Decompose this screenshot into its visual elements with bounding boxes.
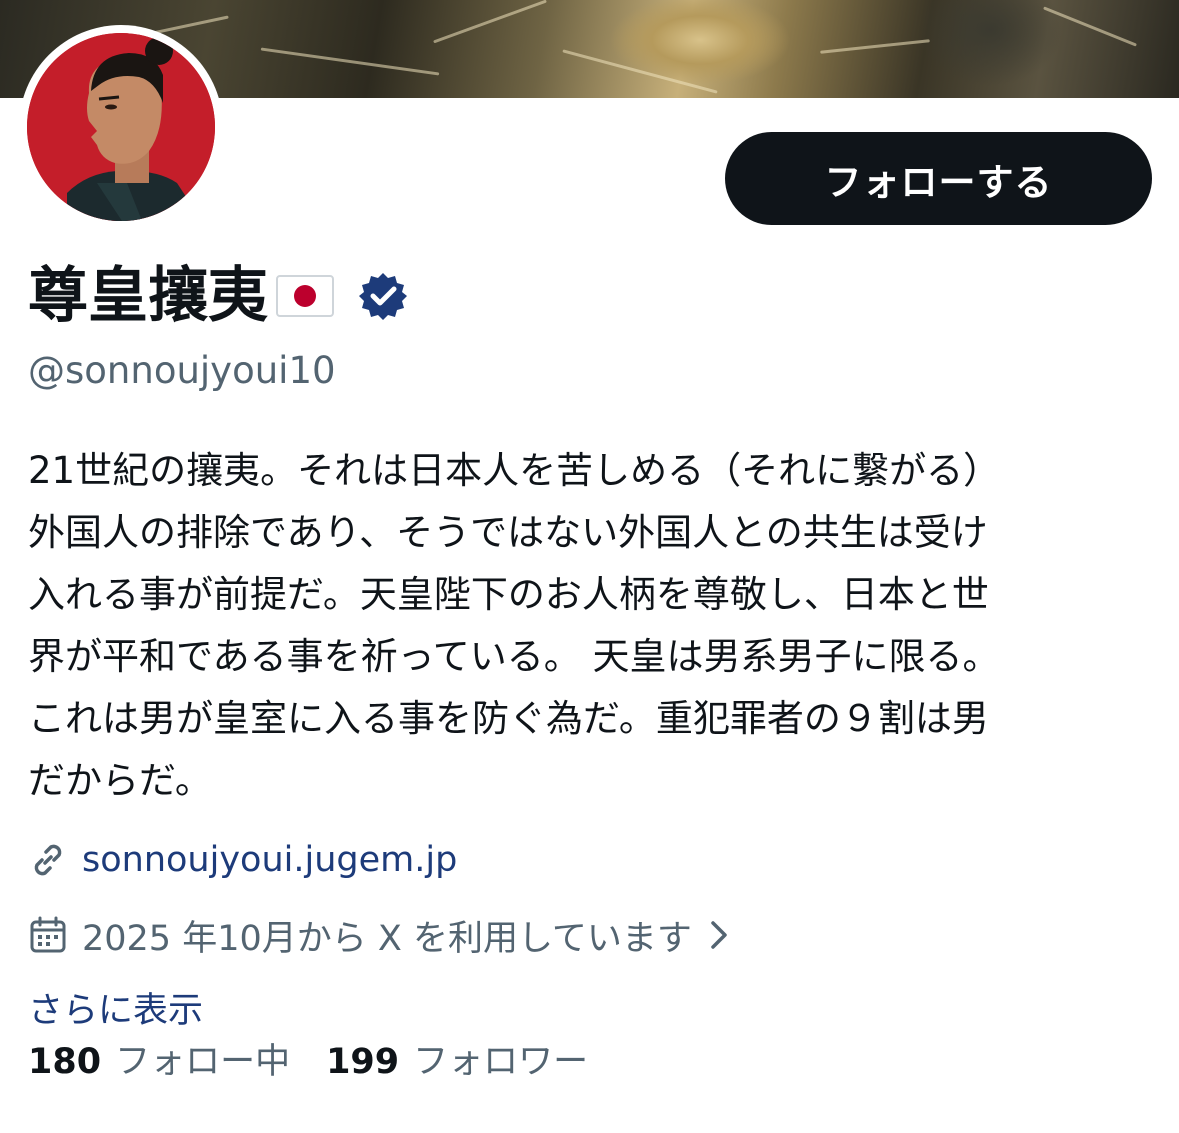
bio-line: だからだ。 bbox=[28, 759, 212, 802]
website-link[interactable]: sonnoujyoui.jugem.jp bbox=[82, 840, 457, 880]
website-row: sonnoujyoui.jugem.jp bbox=[28, 836, 457, 884]
following-count: 180 bbox=[28, 1042, 102, 1082]
bio-line: 外国人の排除であり、そうではない外国人との共生は受け bbox=[28, 511, 988, 554]
profile-handle: @sonnoujyoui10 bbox=[28, 349, 336, 392]
link-icon bbox=[28, 840, 68, 880]
followers-count: 199 bbox=[326, 1042, 400, 1082]
avatar[interactable] bbox=[27, 33, 215, 221]
joined-date: 2025 年10月から X を利用しています bbox=[82, 918, 692, 959]
bio-line: 界が平和である事を祈っている。 天皇は男系男子に限る。 bbox=[28, 635, 1000, 678]
bio-line: 21世紀の攘夷。それは日本人を苦しめる（それに繋がる） bbox=[28, 449, 1001, 492]
bio-line: 入れる事が前提だ。天皇陛下のお人柄を尊敬し、日本と世 bbox=[28, 573, 989, 616]
profile-bio: 21世紀の攘夷。それは日本人を苦しめる（それに繋がる） 外国人の排除であり、そう… bbox=[28, 440, 1138, 812]
joined-row[interactable]: 2025 年10月から X を利用しています bbox=[28, 911, 732, 959]
followers-stat[interactable]: 199 フォロワー bbox=[326, 1038, 588, 1086]
japan-flag-icon bbox=[276, 275, 334, 317]
bio-line: これは男が皇室に入る事を防ぐ為だ。重犯罪者の９割は男 bbox=[28, 697, 989, 740]
follow-button[interactable]: フォローする bbox=[725, 132, 1152, 225]
avatar-portrait bbox=[27, 33, 215, 221]
followers-label: フォロワー bbox=[413, 1042, 589, 1082]
profile-name-row: 尊皇攘夷 bbox=[28, 258, 408, 334]
follow-stats: 180 フォロー中 199 フォロワー bbox=[28, 1038, 588, 1086]
following-stat[interactable]: 180 フォロー中 bbox=[28, 1038, 290, 1086]
show-more-link[interactable]: さらに表示 bbox=[28, 988, 203, 1034]
verified-badge-icon[interactable] bbox=[358, 271, 408, 321]
chevron-right-icon bbox=[706, 917, 732, 953]
display-name: 尊皇攘夷 bbox=[28, 261, 268, 331]
following-label: フォロー中 bbox=[115, 1042, 291, 1082]
calendar-icon bbox=[28, 915, 68, 955]
